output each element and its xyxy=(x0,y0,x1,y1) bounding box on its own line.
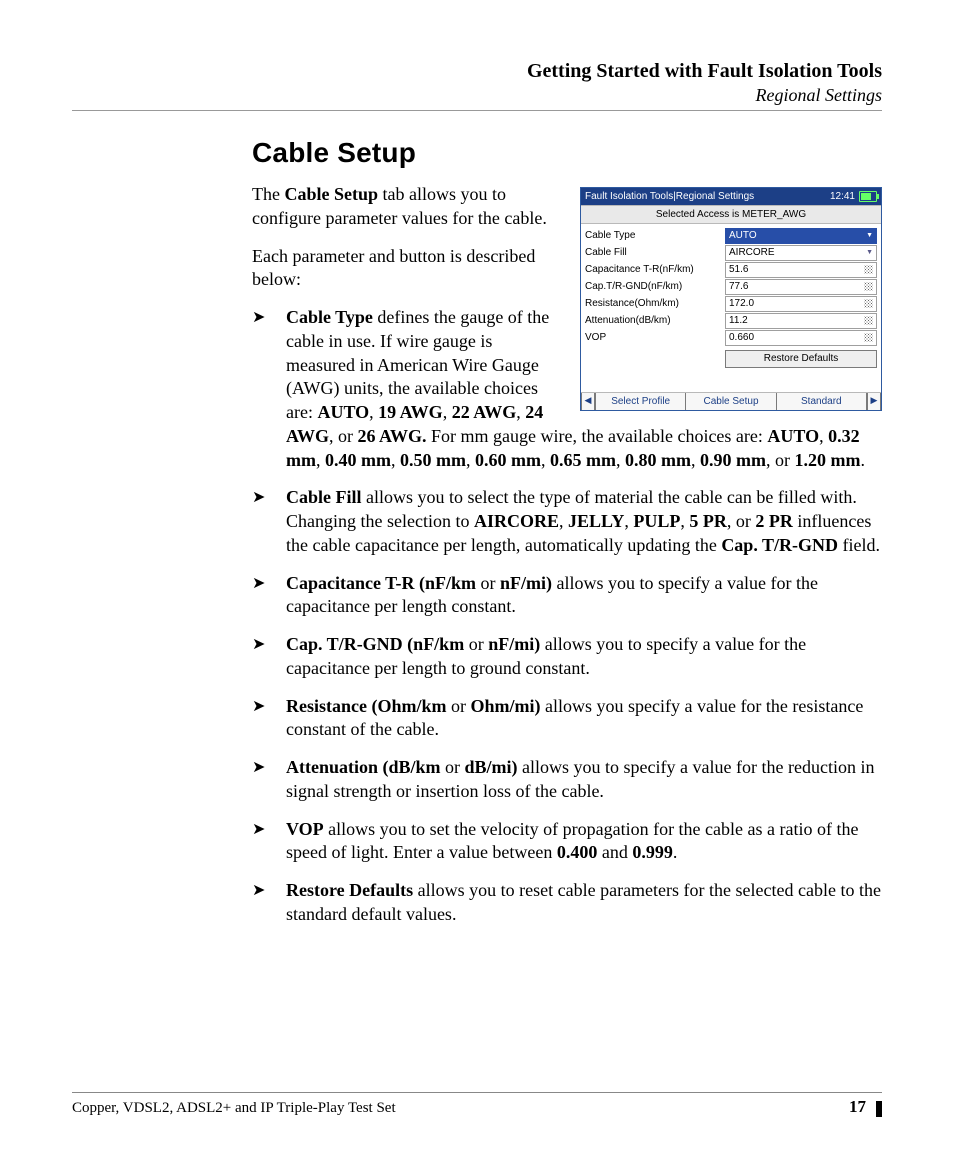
footer-mark-icon xyxy=(876,1101,882,1117)
screenshot-row: Cap.T/R-GND(nF/km) 77.6 xyxy=(585,278,877,295)
section-heading: Cable Setup xyxy=(72,137,882,169)
screenshot-row-label: Cable Type xyxy=(585,229,725,242)
body-column: Fault Isolation Tools|Regional Settings … xyxy=(72,183,882,941)
list-item-cable-fill: Cable Fill allows you to select the type… xyxy=(252,486,882,557)
screenshot-row: Cable Fill AIRCORE ▼ xyxy=(585,244,877,261)
screenshot-dropdown[interactable]: AUTO ▼ xyxy=(725,228,877,244)
list-item-cable-type: Cable Type defines the gauge of the cabl… xyxy=(252,306,882,472)
screenshot-clock: 12:41 xyxy=(830,190,855,203)
screenshot-numeric-field[interactable]: 51.6 xyxy=(725,262,877,278)
parameter-list: Cable Type defines the gauge of the cabl… xyxy=(252,306,882,927)
chevron-down-icon: ▼ xyxy=(866,248,873,257)
screenshot-field-value: 51.6 xyxy=(729,263,748,276)
page: Getting Started with Fault Isolation Too… xyxy=(0,0,954,1159)
page-number: 17 xyxy=(849,1097,866,1117)
screenshot-titlebar: Fault Isolation Tools|Regional Settings … xyxy=(581,188,881,205)
list-item-restore-defaults: Restore Defaults allows you to reset cab… xyxy=(252,879,882,927)
battery-icon xyxy=(859,191,877,202)
chevron-down-icon: ▼ xyxy=(866,231,873,240)
screenshot-row-label: Cable Fill xyxy=(585,246,725,259)
screenshot-row: Cable Type AUTO ▼ xyxy=(585,227,877,244)
header-subtitle: Regional Settings xyxy=(252,85,882,106)
screenshot-row: Capacitance T-R(nF/km) 51.6 xyxy=(585,261,877,278)
list-item-resistance: Resistance (Ohm/km or Ohm/mi) allows you… xyxy=(252,695,882,743)
list-item-vop: VOP allows you to set the velocity of pr… xyxy=(252,818,882,866)
screenshot-field-value: AIRCORE xyxy=(729,246,775,259)
screenshot-numeric-field[interactable]: 77.6 xyxy=(725,279,877,295)
list-item-cap-tr-gnd: Cap. T/R-GND (nF/km or nF/mi) allows you… xyxy=(252,633,882,681)
drag-handle-icon xyxy=(864,282,873,291)
screenshot-dropdown[interactable]: AIRCORE ▼ xyxy=(725,245,877,261)
screenshot-row-label: Cap.T/R-GND(nF/km) xyxy=(585,280,725,293)
page-footer: Copper, VDSL2, ADSL2+ and IP Triple-Play… xyxy=(72,1092,882,1117)
list-item-capacitance-tr: Capacitance T-R (nF/km or nF/mi) allows … xyxy=(252,572,882,620)
page-header: Getting Started with Fault Isolation Too… xyxy=(72,60,882,111)
header-title: Getting Started with Fault Isolation Too… xyxy=(252,60,882,83)
drag-handle-icon xyxy=(864,265,873,274)
footer-text: Copper, VDSL2, ADSL2+ and IP Triple-Play… xyxy=(72,1100,396,1117)
screenshot-field-value: AUTO xyxy=(729,229,757,242)
screenshot-row-label: Capacitance T-R(nF/km) xyxy=(585,263,725,276)
screenshot-field-value: 77.6 xyxy=(729,280,748,293)
screenshot-title-text: Fault Isolation Tools|Regional Settings xyxy=(585,190,754,203)
intro-with-screenshot: Fault Isolation Tools|Regional Settings … xyxy=(252,183,882,941)
list-item-attenuation: Attenuation (dB/km or dB/mi) allows you … xyxy=(252,756,882,804)
screenshot-selected-access: Selected Access is METER_AWG xyxy=(581,205,881,224)
